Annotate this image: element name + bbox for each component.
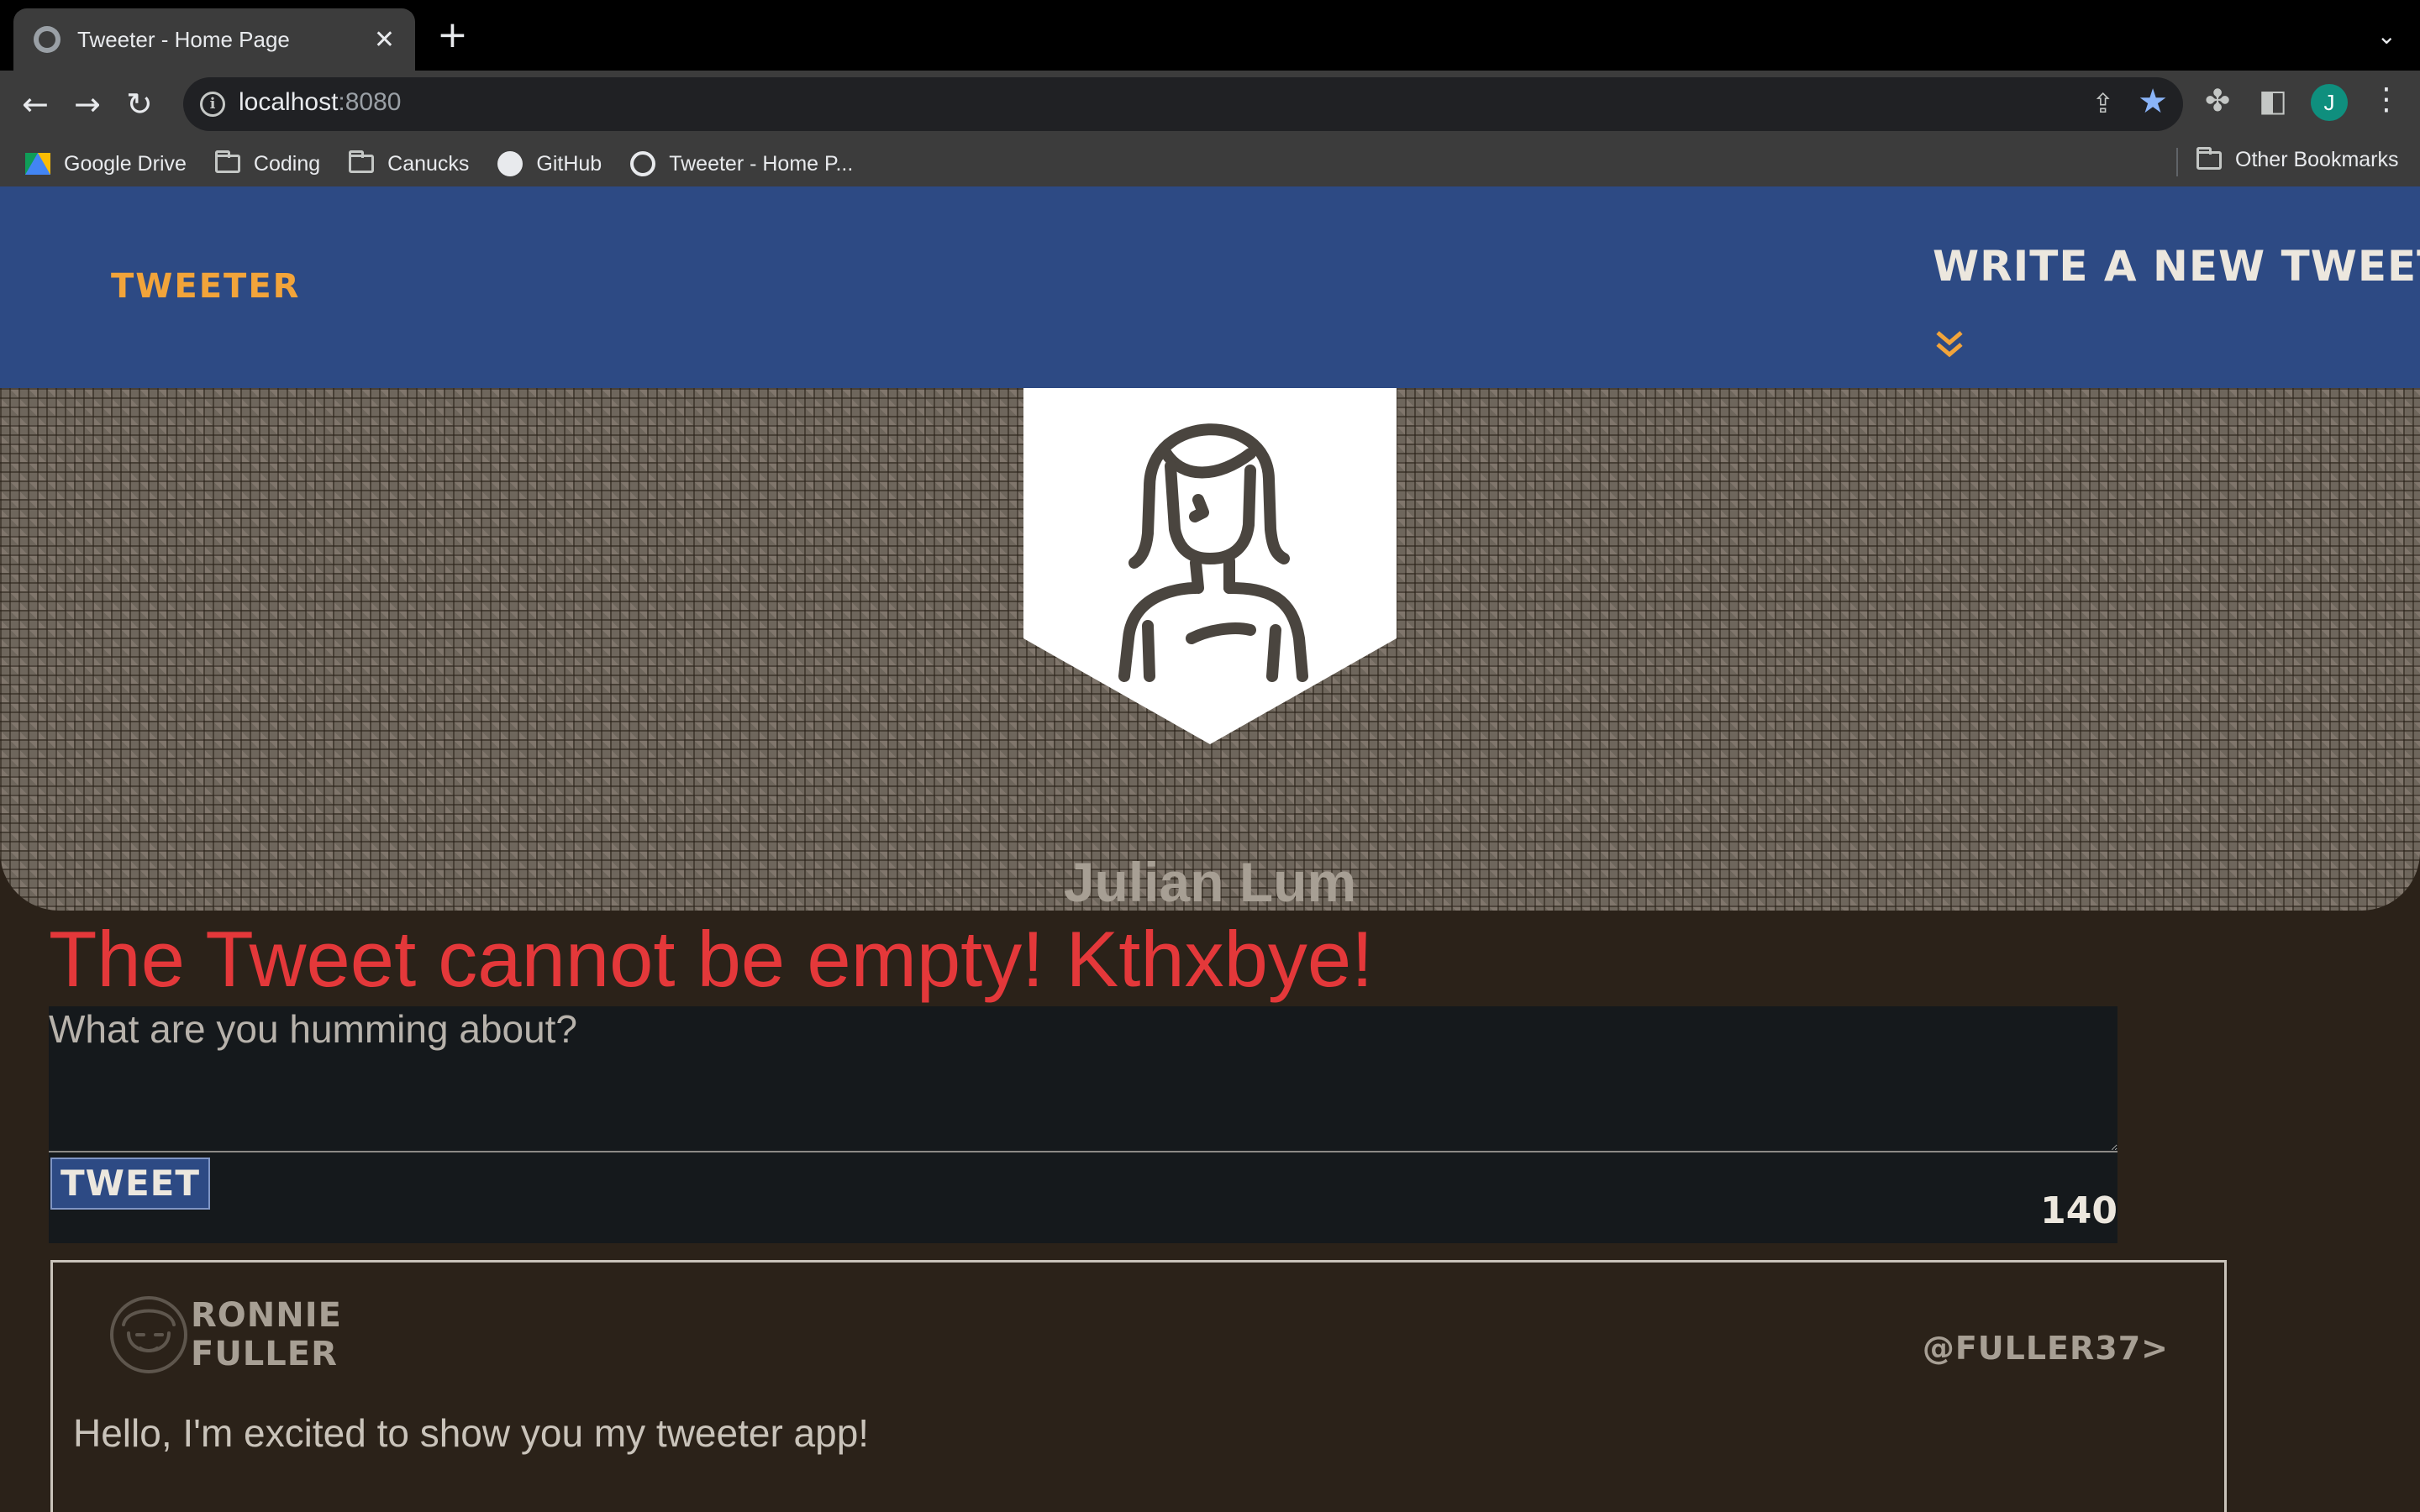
github-icon	[497, 151, 523, 176]
globe-icon	[630, 151, 656, 176]
globe-icon	[34, 26, 60, 53]
other-bookmarks-label: Other Bookmarks	[2235, 148, 2399, 171]
profile-header: Julian Lum	[0, 388, 2420, 911]
forward-arrow-icon[interactable]: →	[74, 86, 101, 123]
bookmark-label: GitHub	[536, 151, 602, 176]
error-message: The Tweet cannot be empty! Kthxbye!	[49, 915, 1374, 1003]
page-viewport: Tweeter Write a new tweet	[0, 186, 2420, 1512]
bookmark-coding[interactable]: Coding	[214, 150, 321, 176]
new-tweet-form: Tweet 140	[49, 1006, 2118, 1243]
extensions-puzzle-icon[interactable]: ✤	[2205, 84, 2230, 118]
double-chevron-down-icon[interactable]	[1934, 329, 1965, 360]
share-icon[interactable]: ⇪	[2091, 87, 2114, 119]
profile-avatar[interactable]: J	[2311, 84, 2348, 121]
close-tab-icon[interactable]: ✕	[374, 25, 395, 55]
side-panel-icon[interactable]: ◧	[2259, 84, 2287, 118]
browser-menu-icon[interactable]: ⋮	[2371, 82, 2402, 117]
bookmark-label: Google Drive	[64, 151, 187, 176]
folder-icon	[349, 150, 375, 173]
brand-logo[interactable]: Tweeter	[111, 267, 300, 306]
url-text: localhost:8080	[239, 88, 401, 117]
bookmark-google-drive[interactable]: Google Drive	[25, 152, 187, 176]
tweet-card: Ronnie Fuller @fuller37> Hello, I'm exci…	[50, 1260, 2227, 1512]
bookmark-star-icon[interactable]: ★	[2138, 82, 2168, 121]
bookmarks-divider	[2176, 148, 2178, 176]
tweet-submit-button[interactable]: Tweet	[50, 1158, 210, 1210]
tweet-author-name: Ronnie Fuller	[191, 1296, 342, 1373]
url-port: :8080	[338, 88, 402, 116]
bookmark-label: Tweeter - Home P...	[669, 151, 854, 176]
bookmark-tweeter[interactable]: Tweeter - Home P...	[630, 151, 853, 176]
reload-icon[interactable]: ↻	[126, 86, 153, 123]
google-drive-icon	[25, 153, 50, 175]
bookmark-label: Coding	[253, 151, 321, 176]
tab-search-button[interactable]: ⌄	[2377, 22, 2396, 50]
browser-tab-strip: Tweeter - Home Page ✕ + ⌄	[0, 0, 2420, 71]
tweet-author-handle: @fuller37>	[1922, 1330, 2169, 1367]
folder-icon	[214, 150, 240, 173]
write-new-tweet-button[interactable]: Write a new tweet	[1933, 242, 2420, 291]
bookmarks-bar: Google Drive Coding Canucks GitHub Tweet…	[0, 138, 2420, 190]
top-nav: Tweeter Write a new tweet	[0, 186, 2420, 388]
url-host: localhost	[239, 88, 339, 116]
tab-title: Tweeter - Home Page	[77, 26, 290, 52]
person-avatar-icon	[1023, 388, 1397, 744]
tweet-content: Hello, I'm excited to show you my tweete…	[73, 1411, 870, 1455]
back-arrow-icon[interactable]: ←	[22, 86, 49, 123]
bookmark-canucks[interactable]: Canucks	[349, 150, 470, 176]
folder-icon	[2196, 146, 2222, 170]
bookmark-label: Canucks	[387, 151, 470, 176]
new-tab-button[interactable]: +	[437, 17, 468, 54]
browser-toolbar: ← → ↻ i localhost:8080 ⇪ ★ ✤ ◧ J ⋮ Googl…	[0, 71, 2420, 202]
character-counter: 140	[2040, 1189, 2118, 1232]
browser-tab[interactable]: Tweeter - Home Page ✕	[13, 8, 415, 71]
bookmark-github[interactable]: GitHub	[497, 151, 602, 176]
tweet-text-input[interactable]	[49, 1006, 2118, 1152]
profile-name: Julian Lum	[1063, 851, 1357, 911]
site-info-icon[interactable]: i	[200, 92, 225, 117]
address-bar[interactable]: i localhost:8080 ⇪ ★	[183, 77, 2183, 131]
user-avatar-icon	[110, 1296, 187, 1373]
other-bookmarks[interactable]: Other Bookmarks	[2196, 146, 2399, 172]
